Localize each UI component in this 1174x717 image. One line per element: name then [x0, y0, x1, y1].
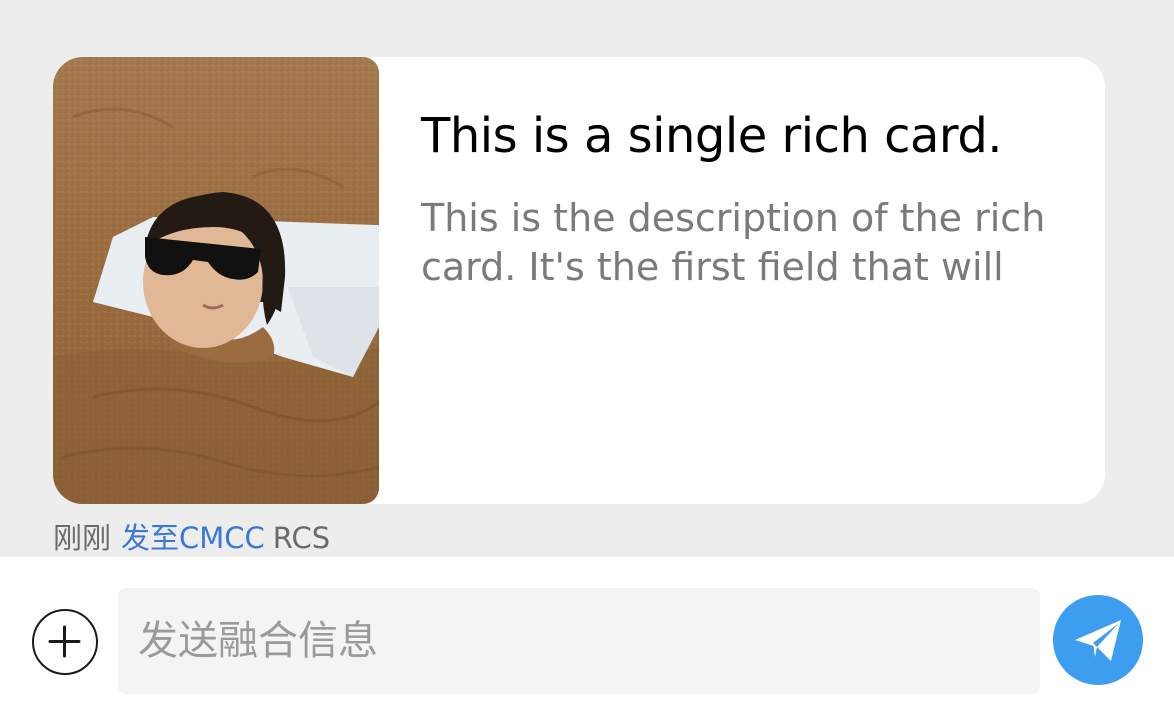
sand-photo	[53, 57, 379, 504]
card-title: This is a single rich card.	[421, 108, 1003, 164]
paper-plane-icon	[1075, 620, 1121, 661]
plus-icon	[48, 625, 81, 658]
send-button[interactable]	[1053, 595, 1143, 685]
composer-bar	[0, 557, 1174, 717]
message-channel: RCS	[272, 521, 331, 555]
message-time: 刚刚	[53, 521, 112, 555]
chat-area: This is a single rich card. This is the …	[0, 0, 1174, 557]
rich-card[interactable]: This is a single rich card. This is the …	[53, 57, 1105, 504]
message-destination[interactable]: 发至CMCC	[121, 521, 265, 555]
message-input[interactable]	[118, 588, 1040, 694]
message-meta: 刚刚 发至CMCC RCS	[53, 518, 330, 558]
card-media-image[interactable]	[53, 57, 379, 504]
card-description: This is the description of the rich card…	[421, 196, 1046, 289]
add-attachment-button[interactable]	[32, 609, 98, 675]
